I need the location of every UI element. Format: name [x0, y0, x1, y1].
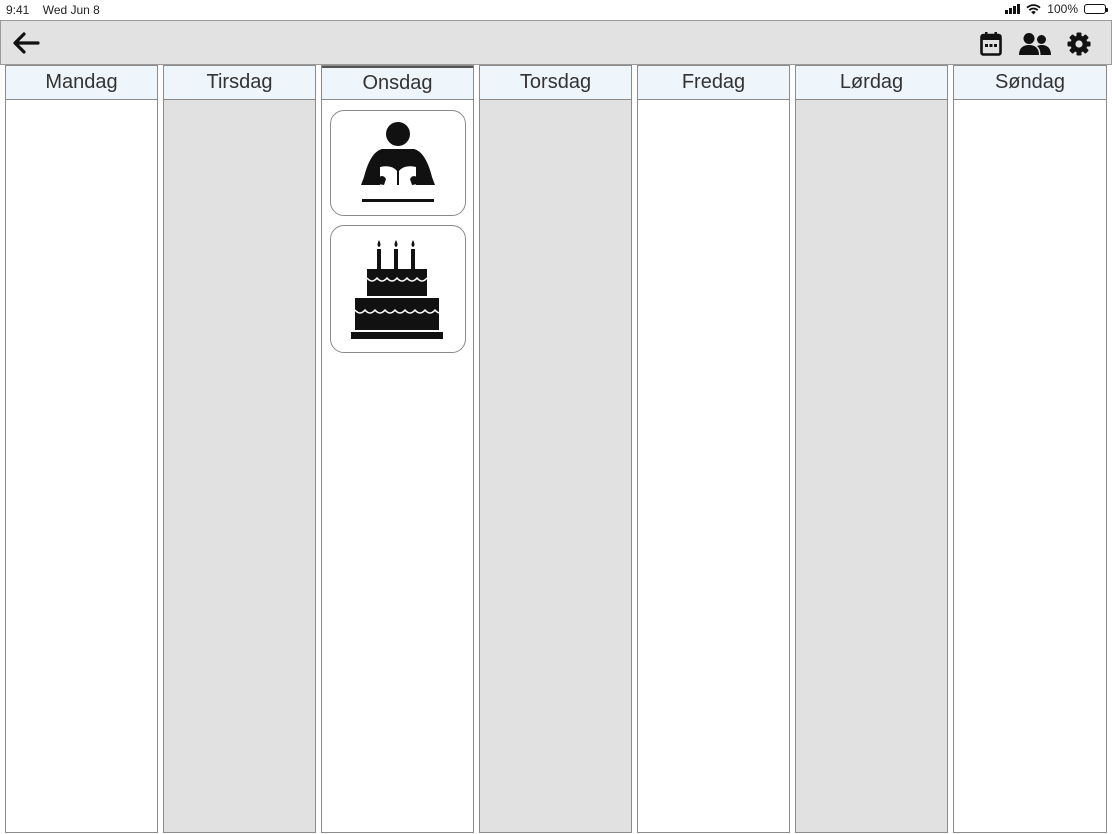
activity-card-reading[interactable] [330, 110, 466, 216]
back-button[interactable] [11, 30, 41, 56]
calendar-button[interactable] [977, 30, 1005, 58]
activity-card-birthday[interactable] [330, 225, 466, 353]
day-header: Torsdag [480, 66, 631, 100]
wifi-icon [1026, 3, 1041, 14]
day-header: Mandag [6, 66, 157, 100]
reading-person-icon [361, 122, 435, 202]
status-date: Wed Jun 8 [42, 3, 100, 17]
battery-icon [1084, 4, 1108, 14]
cellular-signal-icon [1005, 4, 1021, 14]
day-header: Søndag [954, 66, 1106, 100]
day-column-lordag[interactable]: Lørdag [795, 65, 948, 833]
status-time: 9:41 [6, 3, 30, 17]
toolbar [0, 20, 1112, 65]
people-button[interactable] [1019, 30, 1051, 58]
gear-icon [1067, 32, 1091, 56]
day-column-tirsdag[interactable]: Tirsdag [163, 65, 316, 833]
calendar-icon [980, 32, 1002, 56]
battery-percent: 100% [1047, 2, 1078, 16]
settings-button[interactable] [1065, 30, 1093, 58]
birthday-cake-icon [351, 240, 445, 339]
day-column-sondag[interactable]: Søndag [953, 65, 1107, 833]
day-column-mandag[interactable]: Mandag [5, 65, 158, 833]
status-bar: 9:41 Wed Jun 8 100% [0, 0, 1112, 20]
people-icon [1019, 33, 1051, 55]
week-board: Mandag Tirsdag Onsdag Torsdag Fredag Lør… [5, 65, 1107, 834]
day-column-onsdag[interactable]: Onsdag [321, 65, 474, 833]
day-column-torsdag[interactable]: Torsdag [479, 65, 632, 833]
day-header: Onsdag [322, 66, 473, 100]
day-column-fredag[interactable]: Fredag [637, 65, 790, 833]
day-header: Fredag [638, 66, 789, 100]
day-header: Tirsdag [164, 66, 315, 100]
arrow-left-icon [13, 32, 40, 54]
day-header: Lørdag [796, 66, 947, 100]
